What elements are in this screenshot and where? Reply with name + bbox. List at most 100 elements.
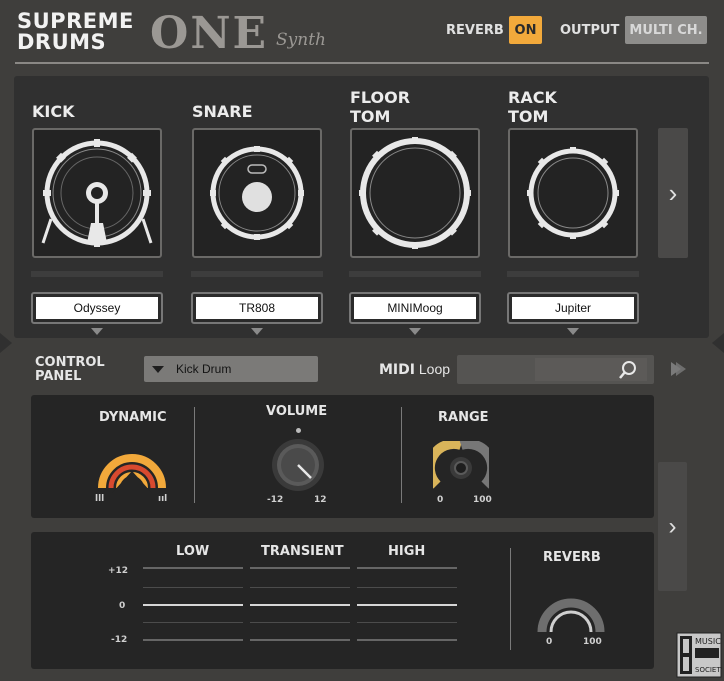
kick-level-bar: [31, 271, 163, 277]
output-mode-button[interactable]: MULTI CH.: [625, 16, 707, 44]
midi-label-rest: Loop: [418, 361, 451, 377]
drum-name-rack-tom-line2: TOM: [508, 107, 549, 126]
eq-transient-line-top: [250, 567, 350, 569]
kick-drum-icon: [41, 139, 153, 247]
drum-next-button[interactable]: ›: [658, 128, 688, 258]
drum-name-snare-line1: SNARE: [192, 102, 253, 121]
floor-tom-preset-value: MINIMoog: [354, 297, 476, 319]
knob-divider-1: [194, 407, 195, 503]
play-icon[interactable]: [669, 361, 687, 377]
range-knob[interactable]: [433, 441, 489, 491]
midi-loop-search-field[interactable]: [457, 355, 654, 384]
eq-high-line-4: [357, 622, 457, 623]
eq-low-line-top: [143, 567, 243, 569]
eq-panel: LOW TRANSIENT HIGH +12 0 -12 REVERB 0 10…: [31, 532, 654, 669]
midi-loop-label: MIDI Loop: [379, 361, 450, 378]
eq-high-line-2: [357, 587, 457, 588]
drum-name-snare: SNARE: [192, 102, 253, 121]
snare-drum-icon: [210, 146, 304, 240]
snare-drum-pad[interactable]: [192, 128, 322, 258]
eq-low-line-mid: [143, 604, 243, 606]
eq-scale-mid: 0: [119, 601, 126, 611]
chevron-down-icon[interactable]: [567, 328, 579, 335]
floor-tom-level-bar: [349, 271, 481, 277]
drum-target-select[interactable]: Kick Drum: [144, 356, 318, 382]
svg-text:MUSIC: MUSIC: [695, 637, 721, 646]
eq-band-transient-title: TRANSIENT: [261, 544, 344, 559]
eq-reverb-title: REVERB: [543, 550, 601, 565]
volume-center-dot: [296, 428, 301, 433]
eq-low-line-2: [143, 587, 243, 588]
drum-target-value: Kick Drum: [176, 362, 232, 376]
chevron-down-icon[interactable]: [91, 328, 103, 335]
volume-max-label: 12: [314, 495, 327, 505]
eq-band-high-title: HIGH: [388, 544, 426, 559]
drum-name-kick: KICK: [32, 102, 75, 121]
eq-low-line-bot: [143, 639, 243, 641]
search-icon[interactable]: [618, 360, 638, 380]
eq-transient-line-mid: [250, 604, 350, 606]
dynamic-max-label: ııl: [158, 494, 168, 504]
dynamic-min-label: lll: [95, 494, 105, 504]
eq-transient-line-2: [250, 587, 350, 588]
rack-tom-level-bar: [507, 271, 639, 277]
knob-panel: DYNAMIC lll ııl VOLUME -12 12 RANGE 0 10…: [31, 395, 654, 518]
drum-name-rack-tom-line1: RACK: [508, 88, 557, 107]
dynamic-title: DYNAMIC: [99, 410, 167, 425]
rack-tom-pad[interactable]: [508, 128, 638, 258]
eq-scale-bot: -12: [111, 635, 128, 645]
knob-divider-2: [401, 407, 402, 503]
floor-tom-icon: [359, 137, 471, 249]
music-society-logo: MUSIC SOCIETY: [676, 632, 722, 678]
eq-high-line-mid: [357, 604, 457, 606]
drum-name-kick-line1: KICK: [32, 102, 75, 121]
snare-preset-value: TR808: [196, 297, 318, 319]
chevron-down-icon[interactable]: [409, 328, 421, 335]
volume-title: VOLUME: [266, 404, 328, 419]
floor-tom-preset-select[interactable]: MINIMoog: [349, 292, 481, 324]
brand-logo-line2: DRUMS: [17, 30, 107, 54]
floor-tom-pad[interactable]: [350, 128, 480, 258]
eq-scale-top: +12: [108, 566, 129, 576]
panel-notch-right: [712, 333, 724, 353]
drum-selector-panel: KICK Odyssey SNARE TR808 FLOOR TOM MINIM…: [14, 76, 709, 338]
chevron-down-icon[interactable]: [251, 328, 263, 335]
volume-knob[interactable]: [269, 438, 327, 492]
product-logo-one: ONE: [150, 8, 269, 59]
control-panel-label: CONTROL PANEL: [35, 356, 105, 384]
rack-tom-icon: [527, 147, 619, 239]
reverb-label: REVERB: [446, 23, 504, 38]
rack-tom-preset-select[interactable]: Jupiter: [507, 292, 639, 324]
range-max-label: 100: [473, 495, 492, 505]
dropdown-triangle-icon: [152, 365, 164, 373]
reverb-max-label: 100: [583, 637, 602, 647]
eq-high-line-top: [357, 567, 457, 569]
eq-band-low-title: LOW: [176, 544, 210, 559]
reverb-knob[interactable]: [536, 576, 606, 634]
drum-name-rack-tom: RACK TOM: [508, 88, 557, 126]
product-logo-synth: Synth: [276, 30, 326, 50]
eq-transient-line-4: [250, 622, 350, 623]
range-title: RANGE: [438, 410, 489, 425]
eq-transient-line-bot: [250, 639, 350, 641]
header-divider: [15, 62, 709, 64]
output-label: OUTPUT: [560, 23, 620, 38]
reverb-toggle-button[interactable]: ON: [509, 16, 542, 44]
svg-text:SOCIETY: SOCIETY: [695, 666, 722, 674]
chevron-right-icon: ›: [668, 512, 677, 540]
kick-preset-select[interactable]: Odyssey: [31, 292, 163, 324]
dynamic-knob[interactable]: [97, 433, 167, 493]
range-min-label: 0: [437, 495, 444, 505]
eq-divider: [510, 548, 511, 650]
chevron-right-icon: ›: [668, 177, 678, 208]
snare-level-bar: [191, 271, 323, 277]
eq-low-line-4: [143, 622, 243, 623]
kick-drum-pad[interactable]: [32, 128, 162, 258]
snare-preset-select[interactable]: TR808: [191, 292, 323, 324]
volume-min-label: -12: [267, 495, 284, 505]
control-panel-label-line2: PANEL: [35, 369, 82, 384]
drum-name-floor-tom-line1: FLOOR: [350, 88, 411, 107]
control-panel-label-line1: CONTROL: [35, 355, 105, 370]
drum-name-floor-tom: FLOOR TOM: [350, 88, 410, 126]
panel-next-button[interactable]: ›: [658, 462, 687, 591]
